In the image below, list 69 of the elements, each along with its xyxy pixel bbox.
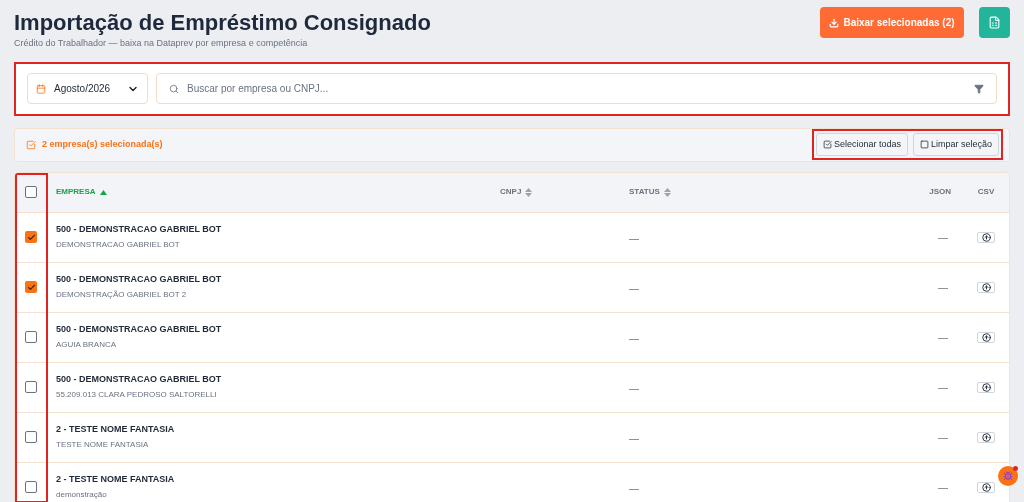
checkbox[interactable] [25, 231, 37, 243]
column-header[interactable]: EMPRESA [56, 186, 96, 198]
status-cell: — [629, 383, 639, 394]
status-cell: — [629, 333, 639, 344]
download-icon [829, 17, 840, 28]
selection-count: 2 empresa(s) selecionada(s) [42, 137, 163, 151]
company-name: 500 - DEMONSTRACAO GABRIEL BOT [56, 273, 223, 287]
trade-name: 55.209.013 CLARA PEDROSO SALTORELLI [56, 388, 218, 401]
status-cell: — [629, 433, 639, 444]
json-cell-text: — [938, 330, 948, 345]
json-cell-text: — [938, 230, 948, 245]
page-subtitle: Crédito do Trabalhador — baixa na Dataprev por empresa e competência [14, 37, 309, 50]
status-cell: — [629, 233, 639, 244]
filter-icon [974, 83, 984, 94]
upload-icon [981, 432, 991, 442]
check-icon [26, 232, 36, 242]
status-cell: — [629, 283, 639, 294]
select-all-button[interactable]: Selecionar todas [815, 133, 908, 156]
upload-csv-button[interactable] [977, 481, 995, 493]
upload-csv-button[interactable] [977, 381, 995, 393]
column-header[interactable]: CNPJ [500, 186, 522, 198]
upload-csv-button[interactable] [977, 431, 995, 443]
upload-csv-button[interactable] [977, 281, 995, 293]
json-cell-text: — [938, 430, 948, 445]
status-cell: — [629, 483, 639, 494]
json-cell-text: — [938, 480, 948, 495]
upload-icon [981, 482, 991, 492]
month-select[interactable]: Agosto/2026 [27, 73, 148, 104]
chat-bubble-button[interactable] [998, 466, 1018, 486]
checkbox[interactable] [25, 381, 37, 393]
upload-csv-button[interactable] [977, 231, 995, 243]
upload-icon [981, 232, 991, 242]
column-header[interactable]: STATUS [629, 186, 660, 198]
spreadsheet-icon [988, 16, 1001, 29]
column-header: CSV [977, 186, 995, 198]
clear-selection-button[interactable]: Limpar seleção [912, 133, 999, 156]
trade-name: DEMONSTRAÇÃO GABRIEL BOT 2 [56, 288, 188, 301]
company-name: 500 - DEMONSTRACAO GABRIEL BOT [56, 373, 223, 387]
company-name: 500 - DEMONSTRACAO GABRIEL BOT [56, 223, 223, 237]
calendar-icon [36, 83, 46, 94]
upload-icon [981, 382, 991, 392]
column-header: JSON [929, 186, 951, 198]
trade-name: demonstração [56, 488, 108, 501]
company-name: 2 - TESTE NOME FANTASIA [56, 473, 176, 487]
checked-box-icon [26, 139, 36, 150]
company-name: 500 - DEMONSTRACAO GABRIEL BOT [56, 323, 223, 337]
search-input[interactable]: Buscar por empresa ou CNPJ... [187, 81, 966, 96]
upload-icon [981, 282, 991, 292]
checkbox[interactable] [25, 431, 37, 443]
checkbox[interactable] [25, 481, 37, 493]
json-cell-text: — [938, 280, 948, 295]
json-cell-text: — [938, 380, 948, 395]
upload-icon [981, 332, 991, 342]
trade-name: DEMONSTRACAO GABRIEL BOT [56, 238, 181, 251]
page-title: Importação de Empréstimo Consignado [14, 9, 431, 37]
empty-box-icon [919, 140, 929, 149]
search-icon [169, 83, 179, 94]
download-selected-button[interactable]: Baixar selecionadas (2) [820, 7, 964, 38]
checkbox[interactable] [25, 186, 37, 198]
trade-name: TESTE NOME FANTASIA [56, 438, 150, 451]
checkbox[interactable] [25, 281, 37, 293]
checkbox[interactable] [25, 331, 37, 343]
upload-csv-button[interactable] [977, 331, 995, 343]
company-name: 2 - TESTE NOME FANTASIA [56, 423, 176, 437]
bug-icon [1003, 471, 1013, 481]
trade-name: AGUIA BRANCA [56, 338, 117, 351]
search-field[interactable]: Buscar por empresa ou CNPJ... [156, 73, 997, 104]
check-icon [26, 282, 36, 292]
checked-box-icon [822, 140, 832, 149]
